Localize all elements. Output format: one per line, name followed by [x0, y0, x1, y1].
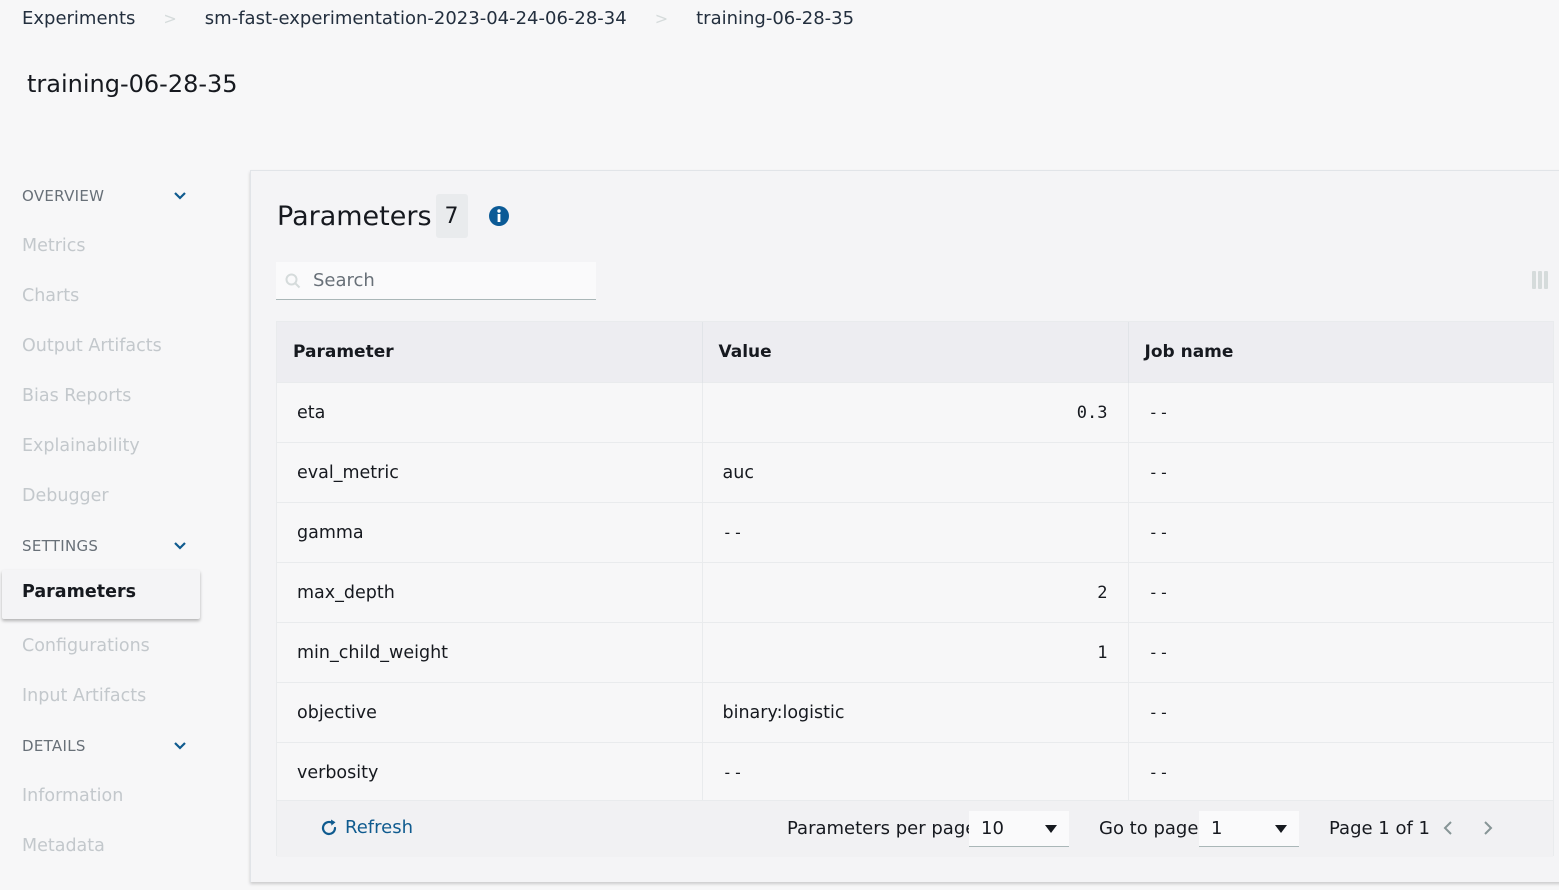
table-row: gamma -- --	[277, 502, 1553, 563]
caret-down-icon	[1045, 824, 1057, 833]
per-page-label: Parameters per page	[787, 818, 977, 839]
per-page-value: 10	[981, 818, 1004, 839]
cell-parameter: eval_metric	[277, 442, 703, 503]
table-row: max_depth 2 --	[277, 562, 1553, 623]
sidebar-section-overview[interactable]: OVERVIEW	[22, 184, 187, 208]
cell-parameter: min_child_weight	[277, 622, 703, 683]
cell-parameter: eta	[277, 382, 703, 443]
panel-title: Parameters	[277, 200, 432, 232]
parameters-table: Parameter Value Job name eta 0.3 -- eval…	[276, 321, 1554, 857]
sidebar-item-parameters[interactable]: Parameters	[2, 570, 200, 619]
search-field[interactable]	[276, 262, 596, 300]
search-input[interactable]	[313, 270, 583, 291]
breadcrumb-experiment[interactable]: sm-fast-experimentation-2023-04-24-06-28…	[205, 8, 627, 29]
parameters-panel: Parameters 7 Parameter V	[250, 170, 1559, 882]
sidebar-section-label: OVERVIEW	[22, 187, 105, 205]
per-page-select[interactable]: 10	[969, 811, 1069, 847]
columns-icon[interactable]	[1532, 271, 1550, 289]
chevron-down-icon	[173, 539, 187, 553]
breadcrumb-separator-icon: >	[654, 8, 669, 28]
table-row: eval_metric auc --	[277, 442, 1553, 503]
count-badge: 7	[435, 194, 468, 238]
table-footer: Refresh Parameters per page 10 Go to pag…	[277, 800, 1553, 857]
cell-job-name: --	[1128, 682, 1553, 743]
sidebar-item-bias-reports[interactable]: Bias Reports	[22, 383, 131, 409]
column-header-value[interactable]: Value	[702, 322, 1129, 383]
table-row: min_child_weight 1 --	[277, 622, 1553, 683]
breadcrumb-separator-icon: >	[163, 8, 177, 28]
breadcrumb: Experiments > sm-fast-experimentation-20…	[22, 6, 854, 30]
sidebar-item-explainability[interactable]: Explainability	[22, 433, 140, 459]
cell-value: --	[702, 502, 1129, 563]
sidebar-item-configurations[interactable]: Configurations	[22, 633, 150, 659]
cell-parameter: max_depth	[277, 562, 703, 623]
info-icon[interactable]	[488, 205, 510, 227]
cell-value: binary:logistic	[702, 682, 1129, 743]
sidebar-section-settings[interactable]: SETTINGS	[22, 534, 187, 558]
page-indicator: Page 1 of 1	[1329, 818, 1430, 839]
refresh-label: Refresh	[345, 817, 413, 838]
sidebar-section-label: DETAILS	[22, 737, 86, 755]
cell-parameter: objective	[277, 682, 703, 743]
column-bar	[1532, 271, 1536, 289]
sidebar-item-information[interactable]: Information	[22, 783, 123, 809]
goto-page-label: Go to page	[1099, 818, 1199, 839]
caret-down-icon	[1275, 824, 1287, 833]
cell-value: auc	[702, 442, 1129, 503]
goto-page-value: 1	[1211, 818, 1223, 839]
cell-job-name: --	[1128, 622, 1553, 683]
chevron-down-icon	[173, 739, 187, 753]
cell-job-name: --	[1128, 442, 1553, 503]
search-icon	[285, 273, 301, 289]
breadcrumb-current: training-06-28-35	[696, 7, 855, 29]
sidebar-section-details[interactable]: DETAILS	[22, 734, 187, 758]
refresh-icon	[319, 818, 339, 838]
goto-page-select[interactable]: 1	[1199, 811, 1299, 847]
table-row: objective binary:logistic --	[277, 682, 1553, 743]
sidebar-item-debugger[interactable]: Debugger	[22, 483, 109, 509]
cell-job-name: --	[1128, 562, 1553, 623]
cell-value: 1	[702, 622, 1129, 683]
cell-parameter: verbosity	[277, 742, 703, 802]
cell-value: --	[702, 742, 1129, 802]
cell-job-name: --	[1128, 502, 1553, 563]
sidebar-item-input-artifacts[interactable]: Input Artifacts	[22, 683, 146, 709]
sidebar-item-output-artifacts[interactable]: Output Artifacts	[22, 333, 162, 359]
column-header-parameter[interactable]: Parameter	[277, 322, 703, 383]
column-header-job-name[interactable]: Job name	[1128, 322, 1553, 383]
refresh-button[interactable]: Refresh	[319, 817, 413, 838]
cell-job-name: --	[1128, 382, 1553, 443]
sidebar-item-metrics[interactable]: Metrics	[22, 233, 86, 259]
cell-job-name: --	[1128, 742, 1553, 802]
cell-value: 0.3	[702, 382, 1129, 443]
sidebar-item-metadata[interactable]: Metadata	[22, 833, 105, 859]
column-bar	[1544, 271, 1548, 289]
chevron-down-icon	[173, 189, 187, 203]
column-bar	[1538, 271, 1542, 289]
page-title: training-06-28-35	[27, 70, 238, 98]
table-row: verbosity -- --	[277, 742, 1553, 802]
cell-value: 2	[702, 562, 1129, 623]
breadcrumb-experiments[interactable]: Experiments	[22, 8, 135, 29]
cell-parameter: gamma	[277, 502, 703, 563]
sidebar-item-label: Parameters	[22, 582, 136, 602]
table-row: eta 0.3 --	[277, 382, 1553, 443]
table-header-row: Parameter Value Job name	[277, 322, 1553, 383]
sidebar-item-charts[interactable]: Charts	[22, 283, 79, 309]
chevron-right-icon[interactable]	[1479, 819, 1497, 837]
panel-header: Parameters 7	[277, 194, 510, 238]
sidebar-section-label: SETTINGS	[22, 537, 99, 555]
chevron-left-icon[interactable]	[1439, 819, 1457, 837]
